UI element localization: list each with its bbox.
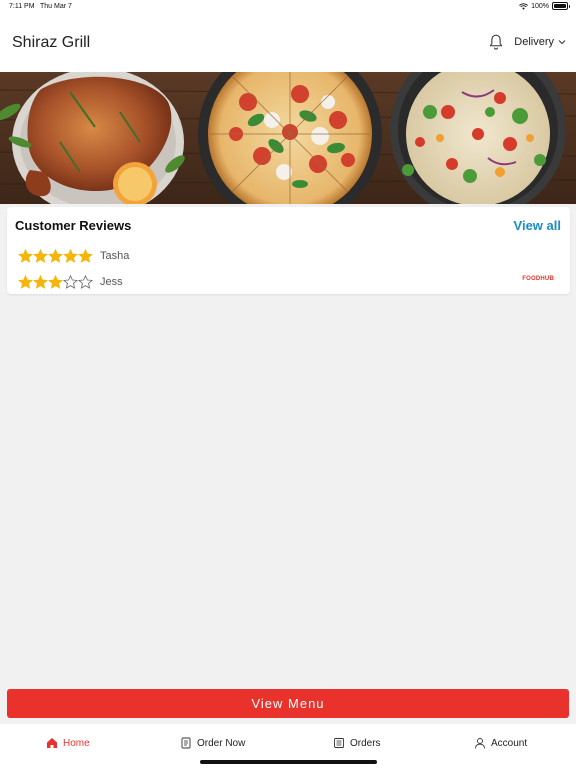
pasta-bowl-image [390,72,566,204]
delivery-mode-selector[interactable]: Delivery [514,36,566,48]
tab-account[interactable]: Account [474,737,527,749]
tab-label: Order Now [197,737,246,749]
star-empty-icon [63,275,78,289]
star-filled-icon [48,275,63,289]
tab-order-now[interactable]: Order Now [180,737,245,749]
star-filled-icon [78,249,93,263]
reviewer-name: Jess [100,276,123,288]
customer-reviews-card: Customer Reviews View all Tasha Jess FOO… [7,207,570,294]
view-menu-button[interactable]: View Menu [7,689,569,718]
tab-label: Account [491,737,528,749]
star-filled-icon [48,249,63,263]
bell-icon[interactable] [487,33,505,51]
home-indicator[interactable] [200,760,377,764]
status-right: 100% [519,2,570,10]
list-icon [334,738,344,748]
view-all-reviews-link[interactable]: View all [514,218,561,233]
food-banner [0,72,576,204]
star-filled-icon [33,249,48,263]
app-header: Shiraz Grill Delivery [0,14,576,72]
tab-home[interactable]: Home [46,737,90,749]
reviewer-name: Tasha [100,250,130,262]
restaurant-title: Shiraz Grill [12,34,91,51]
status-time: 7:11 PM [9,3,35,10]
star-filled-icon [18,275,33,289]
status-bar: 7:11 PM Thu Mar 7 100% [0,0,576,14]
tab-label: Home [63,737,90,749]
star-empty-icon [78,275,93,289]
star-filled-icon [63,249,78,263]
reviews-title: Customer Reviews [15,218,132,233]
star-rating [18,249,93,263]
home-icon [47,738,57,748]
status-date: Thu Mar 7 [40,3,72,10]
user-icon [475,738,485,749]
pizza-image [198,72,382,204]
review-item: Jess [18,275,123,289]
star-filled-icon [33,275,48,289]
battery-percent: 100% [531,2,549,10]
foodhub-logo: FOODHUB [522,276,554,282]
chevron-down-icon [558,40,566,45]
review-item: Tasha [18,249,129,263]
star-rating [18,275,93,289]
tab-label: Orders [350,737,381,749]
delivery-mode-label: Delivery [514,36,554,48]
receipt-icon [181,737,191,749]
battery-icon [552,2,570,10]
banner-image [0,72,576,204]
tab-orders[interactable]: Orders [333,737,381,749]
wifi-icon [519,2,529,10]
header-actions: Delivery [487,33,566,51]
star-filled-icon [18,249,33,263]
